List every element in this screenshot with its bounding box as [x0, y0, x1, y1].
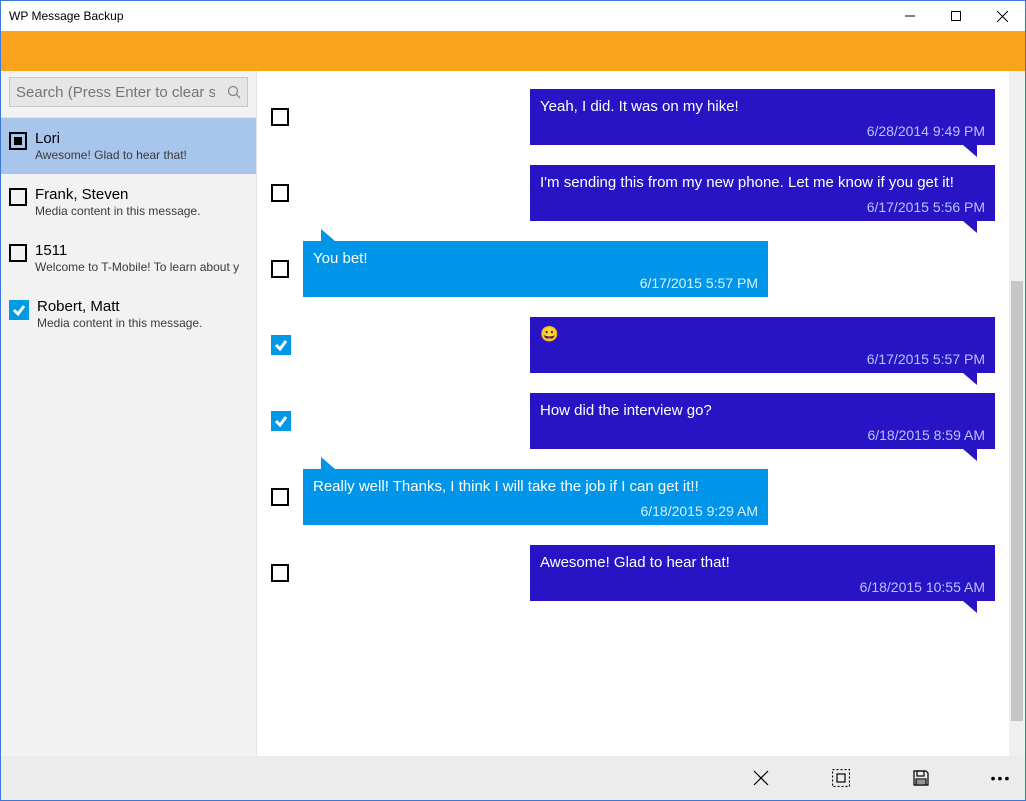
message-checkbox[interactable] — [271, 184, 289, 202]
more-icon: ••• — [991, 770, 1012, 786]
bubble-space: Awesome! Glad to hear that! 6/18/2015 10:… — [303, 545, 995, 601]
message-timestamp: 6/28/2014 9:49 PM — [867, 121, 985, 141]
contact-item[interactable]: Frank, StevenMedia content in this messa… — [1, 174, 256, 230]
contact-text: Frank, StevenMedia content in this messa… — [35, 186, 248, 218]
maximize-icon — [951, 11, 961, 21]
app-window: WP Message Backup — [0, 0, 1026, 801]
grid-icon — [832, 769, 850, 787]
message-row: Yeah, I did. It was on my hike! 6/28/2014… — [271, 89, 995, 145]
message-row: 😀 6/17/2015 5:57 PM — [271, 317, 995, 373]
minimize-icon — [905, 11, 915, 21]
command-bar: ••• — [1, 756, 1025, 800]
bubble-space: I'm sending this from my new phone. Let … — [303, 165, 995, 221]
contact-preview: Welcome to T-Mobile! To learn about y — [35, 260, 248, 274]
message-timestamp: 6/17/2015 5:56 PM — [867, 197, 985, 217]
bubble-space: How did the interview go? 6/18/2015 8:59 … — [305, 393, 995, 449]
message-row: You bet! 6/17/2015 5:57 PM — [271, 241, 995, 297]
outgoing-message-bubble[interactable]: How did the interview go? 6/18/2015 8:59 … — [530, 393, 995, 449]
bubble-space: You bet! 6/17/2015 5:57 PM — [303, 241, 995, 297]
message-text: Yeah, I did. It was on my hike! — [540, 97, 985, 117]
message-row: Awesome! Glad to hear that! 6/18/2015 10:… — [271, 545, 995, 601]
message-text: Really well! Thanks, I think I will take… — [313, 477, 758, 497]
message-text: How did the interview go? — [540, 401, 985, 421]
close-button[interactable] — [979, 1, 1025, 31]
window-title: WP Message Backup — [9, 9, 124, 23]
outgoing-message-bubble[interactable]: I'm sending this from my new phone. Let … — [530, 165, 995, 221]
message-list: Yeah, I did. It was on my hike! 6/28/2014… — [257, 71, 1009, 756]
message-checkbox[interactable] — [271, 108, 289, 126]
cancel-icon — [753, 770, 769, 786]
titlebar: WP Message Backup — [1, 1, 1025, 31]
search-input[interactable] — [10, 78, 221, 106]
messages-pane: Yeah, I did. It was on my hike! 6/28/2014… — [257, 71, 1025, 756]
scrollbar-track[interactable] — [1009, 71, 1025, 756]
message-text: You bet! — [313, 249, 758, 269]
checkbox[interactable] — [9, 300, 29, 320]
message-checkbox[interactable] — [271, 564, 289, 582]
outgoing-message-bubble[interactable]: 😀 6/17/2015 5:57 PM — [530, 317, 995, 373]
checkbox[interactable] — [9, 188, 27, 206]
message-timestamp: 6/18/2015 10:55 AM — [860, 577, 985, 597]
message-checkbox[interactable] — [271, 411, 291, 431]
scrollbar-thumb[interactable] — [1011, 281, 1023, 721]
contact-text: Robert, MattMedia content in this messag… — [37, 298, 248, 330]
bubble-space: Yeah, I did. It was on my hike! 6/28/2014… — [303, 89, 995, 145]
outgoing-message-bubble[interactable]: Awesome! Glad to hear that! 6/18/2015 10:… — [530, 545, 995, 601]
message-checkbox[interactable] — [271, 488, 289, 506]
message-checkbox[interactable] — [271, 335, 291, 355]
window-controls — [887, 1, 1025, 31]
checkbox[interactable] — [9, 132, 27, 150]
message-timestamp: 6/17/2015 5:57 PM — [867, 349, 985, 369]
bubble-space: Really well! Thanks, I think I will take… — [303, 469, 995, 525]
message-text: I'm sending this from my new phone. Let … — [540, 173, 985, 193]
contact-name: Robert, Matt — [37, 298, 248, 316]
message-timestamp: 6/17/2015 5:57 PM — [640, 273, 758, 293]
contact-text: LoriAwesome! Glad to hear that! — [35, 130, 248, 162]
checkbox[interactable] — [9, 244, 27, 262]
contact-item[interactable]: 1511Welcome to T-Mobile! To learn about … — [1, 230, 256, 286]
bubble-space: 😀 6/17/2015 5:57 PM — [305, 317, 995, 373]
minimize-button[interactable] — [887, 1, 933, 31]
incoming-message-bubble[interactable]: Really well! Thanks, I think I will take… — [303, 469, 768, 525]
message-row: Really well! Thanks, I think I will take… — [271, 469, 995, 525]
message-row: How did the interview go? 6/18/2015 8:59 … — [271, 393, 995, 449]
contact-list: LoriAwesome! Glad to hear that! Frank, St… — [1, 118, 256, 342]
sidebar: LoriAwesome! Glad to hear that! Frank, St… — [1, 71, 257, 756]
contact-name: Frank, Steven — [35, 186, 248, 204]
select-all-button[interactable] — [821, 758, 861, 798]
save-button[interactable] — [901, 758, 941, 798]
search-icon — [221, 85, 247, 99]
content: LoriAwesome! Glad to hear that!Frank, St… — [1, 71, 1025, 756]
ribbon-bar — [1, 31, 1025, 71]
contact-item[interactable]: LoriAwesome! Glad to hear that! — [1, 118, 256, 174]
close-icon — [997, 11, 1008, 22]
outgoing-message-bubble[interactable]: Yeah, I did. It was on my hike! 6/28/2014… — [530, 89, 995, 145]
contact-text: 1511Welcome to T-Mobile! To learn about … — [35, 242, 248, 274]
save-icon — [912, 769, 930, 787]
message-timestamp: 6/18/2015 8:59 AM — [867, 425, 985, 445]
search-wrap — [1, 71, 256, 118]
contact-name: 1511 — [35, 242, 248, 260]
message-checkbox[interactable] — [271, 260, 289, 278]
maximize-button[interactable] — [933, 1, 979, 31]
message-text: Awesome! Glad to hear that! — [540, 553, 985, 573]
message-text: 😀 — [540, 325, 985, 345]
delete-button[interactable] — [741, 758, 781, 798]
message-timestamp: 6/18/2015 9:29 AM — [640, 501, 758, 521]
contact-preview: Media content in this message. — [37, 316, 248, 330]
message-row: I'm sending this from my new phone. Let … — [271, 165, 995, 221]
contact-name: Lori — [35, 130, 248, 148]
contact-preview: Awesome! Glad to hear that! — [35, 148, 248, 162]
more-button[interactable]: ••• — [981, 758, 1021, 798]
incoming-message-bubble[interactable]: You bet! 6/17/2015 5:57 PM — [303, 241, 768, 297]
contact-preview: Media content in this message. — [35, 204, 248, 218]
contact-item[interactable]: Robert, MattMedia content in this messag… — [1, 286, 256, 342]
search-box[interactable] — [9, 77, 248, 107]
